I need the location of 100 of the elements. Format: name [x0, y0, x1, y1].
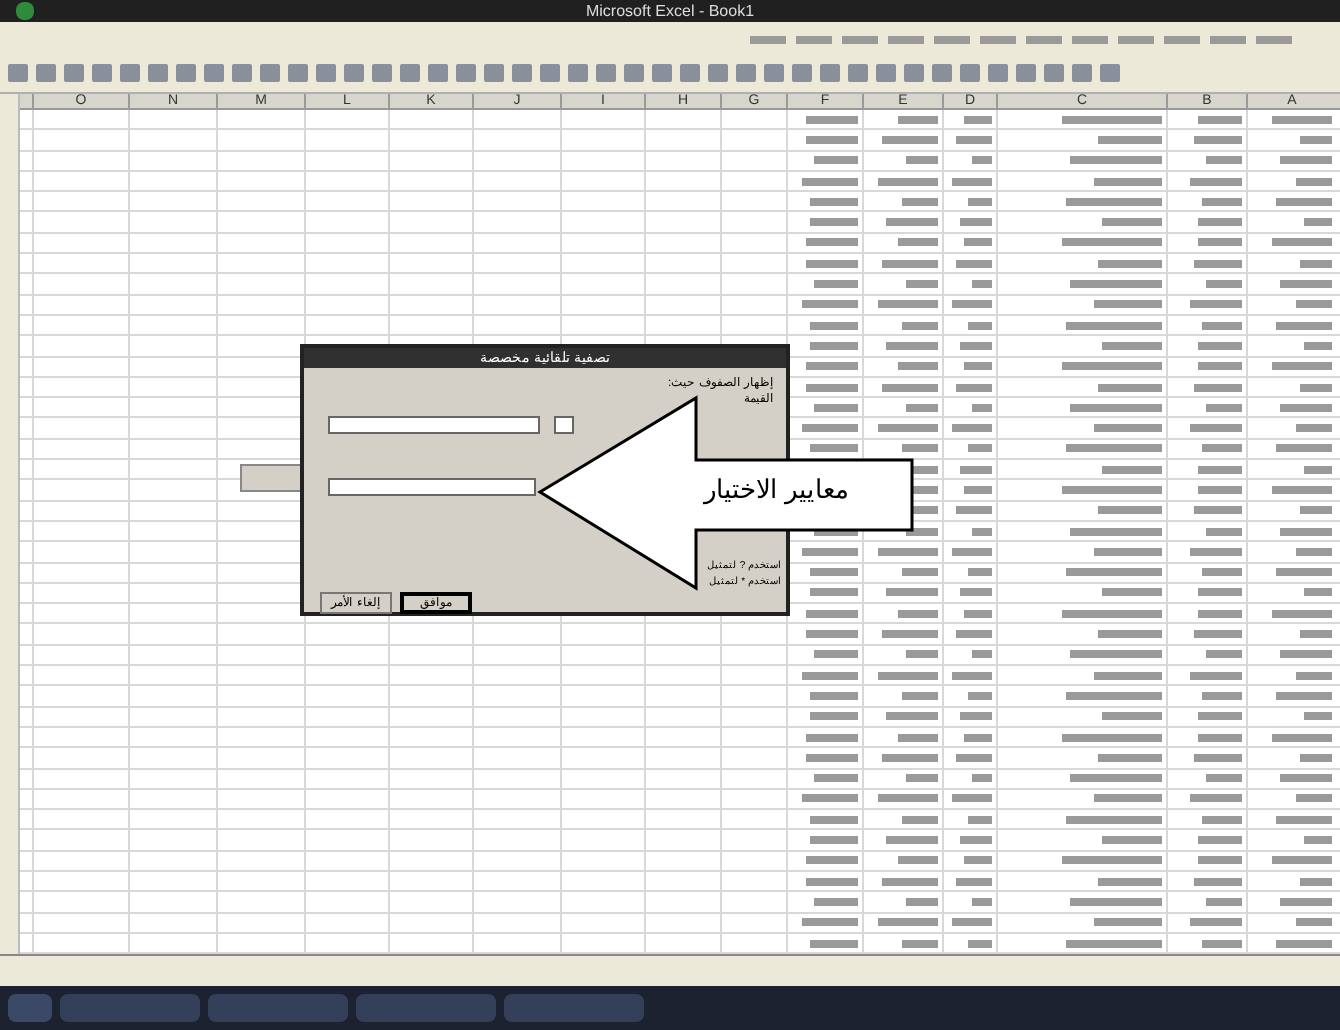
illegible-text-drawing [1102, 218, 1162, 227]
illegible-text-drawing [1066, 815, 1162, 824]
illegible-text-drawing [886, 712, 938, 721]
illegible-text-drawing [1194, 877, 1242, 886]
vertical-scrollbar[interactable] [0, 94, 20, 954]
illegible-text-drawing [1198, 362, 1242, 371]
illegible-text-drawing [1198, 733, 1242, 742]
illegible-text-drawing [810, 444, 858, 453]
illegible-text-drawing [810, 815, 858, 824]
illegible-text-drawing [1280, 527, 1332, 536]
illegible-text-drawing [1272, 115, 1332, 124]
illegible-text-drawing [952, 794, 992, 803]
illegible-text-drawing [806, 753, 858, 762]
illegible-text-drawing [810, 321, 858, 330]
illegible-text-drawing [1276, 444, 1332, 453]
illegible-text-drawing [902, 815, 938, 824]
illegible-text-drawing [810, 341, 858, 350]
start-button[interactable] [8, 994, 52, 1022]
illegible-text-drawing [1296, 300, 1332, 309]
illegible-text-drawing [1190, 671, 1242, 680]
illegible-text-drawing [1304, 588, 1332, 597]
illegible-text-drawing [814, 280, 858, 289]
menu-item-drawing[interactable] [1164, 36, 1200, 44]
illegible-text-drawing [972, 897, 992, 906]
menu-item-drawing[interactable] [934, 36, 970, 44]
dropdown-field[interactable] [554, 416, 574, 434]
illegible-text-drawing [1272, 485, 1332, 494]
illegible-text-drawing [810, 218, 858, 227]
illegible-text-drawing [1066, 939, 1162, 948]
illegible-text-drawing [1202, 568, 1242, 577]
illegible-text-drawing [1280, 156, 1332, 165]
illegible-text-drawing [1102, 588, 1162, 597]
illegible-text-drawing [1190, 424, 1242, 433]
menu-item-drawing[interactable] [1118, 36, 1154, 44]
illegible-text-drawing [810, 836, 858, 845]
illegible-text-drawing [960, 712, 992, 721]
illegible-text-drawing [1066, 568, 1162, 577]
illegible-text-drawing [1062, 485, 1162, 494]
taskbar-button[interactable] [504, 994, 644, 1022]
illegible-text-drawing [802, 547, 858, 556]
illegible-text-drawing [1300, 630, 1332, 639]
illegible-text-drawing [1198, 465, 1242, 474]
menu-item-drawing[interactable] [796, 36, 832, 44]
illegible-text-drawing [802, 794, 858, 803]
illegible-text-drawing [964, 856, 992, 865]
illegible-text-drawing [878, 547, 938, 556]
illegible-text-drawing [802, 177, 858, 186]
taskbar-button[interactable] [208, 994, 348, 1022]
taskbar-button[interactable] [60, 994, 200, 1022]
illegible-text-drawing [1190, 177, 1242, 186]
illegible-text-drawing [960, 218, 992, 227]
illegible-text-drawing [1102, 712, 1162, 721]
menu-item-drawing[interactable] [750, 36, 786, 44]
illegible-text-drawing [1300, 135, 1332, 144]
illegible-text-drawing [878, 918, 938, 927]
illegible-text-drawing [902, 568, 938, 577]
illegible-text-drawing [1272, 362, 1332, 371]
illegible-text-drawing [1062, 362, 1162, 371]
menu-item-drawing[interactable] [980, 36, 1016, 44]
illegible-text-drawing [898, 238, 938, 247]
illegible-text-drawing [1094, 547, 1162, 556]
taskbar-button[interactable] [356, 994, 496, 1022]
menu-item-drawing[interactable] [842, 36, 878, 44]
illegible-text-drawing [1304, 465, 1332, 474]
illegible-text-drawing [814, 774, 858, 783]
dropdown-field[interactable] [328, 416, 540, 434]
menu-item-drawing[interactable] [888, 36, 924, 44]
illegible-text-drawing [1098, 506, 1162, 515]
illegible-text-drawing [968, 815, 992, 824]
illegible-text-drawing [1194, 506, 1242, 515]
illegible-text-drawing [886, 588, 938, 597]
menu-item-drawing[interactable] [1026, 36, 1062, 44]
illegible-text-drawing [806, 609, 858, 618]
menu-item-drawing[interactable] [1210, 36, 1246, 44]
illegible-text-drawing [1280, 774, 1332, 783]
dropdown-field[interactable] [328, 478, 536, 496]
illegible-text-drawing [1070, 650, 1162, 659]
illegible-text-drawing [1280, 403, 1332, 412]
illegible-text-drawing [898, 856, 938, 865]
illegible-text-drawing [1206, 280, 1242, 289]
illegible-text-drawing [1070, 156, 1162, 165]
illegible-text-drawing [806, 135, 858, 144]
illegible-text-drawing [806, 733, 858, 742]
illegible-text-drawing [1194, 383, 1242, 391]
menu-item-drawing[interactable] [1072, 36, 1108, 44]
illegible-text-drawing [968, 939, 992, 948]
illegible-text-drawing [810, 691, 858, 700]
illegible-text-drawing [906, 403, 938, 412]
illegible-text-drawing [898, 609, 938, 618]
illegible-text-drawing [1202, 939, 1242, 948]
illegible-text-drawing [1198, 218, 1242, 227]
illegible-text-drawing [802, 671, 858, 680]
illegible-text-drawing [1198, 115, 1242, 124]
illegible-text-drawing [878, 177, 938, 186]
illegible-text-drawing [1296, 177, 1332, 186]
illegible-text-drawing [972, 403, 992, 412]
illegible-text-drawing [886, 341, 938, 350]
illegible-text-drawing [1280, 650, 1332, 659]
menu-item-drawing[interactable] [1256, 36, 1292, 44]
illegible-text-drawing [972, 280, 992, 289]
